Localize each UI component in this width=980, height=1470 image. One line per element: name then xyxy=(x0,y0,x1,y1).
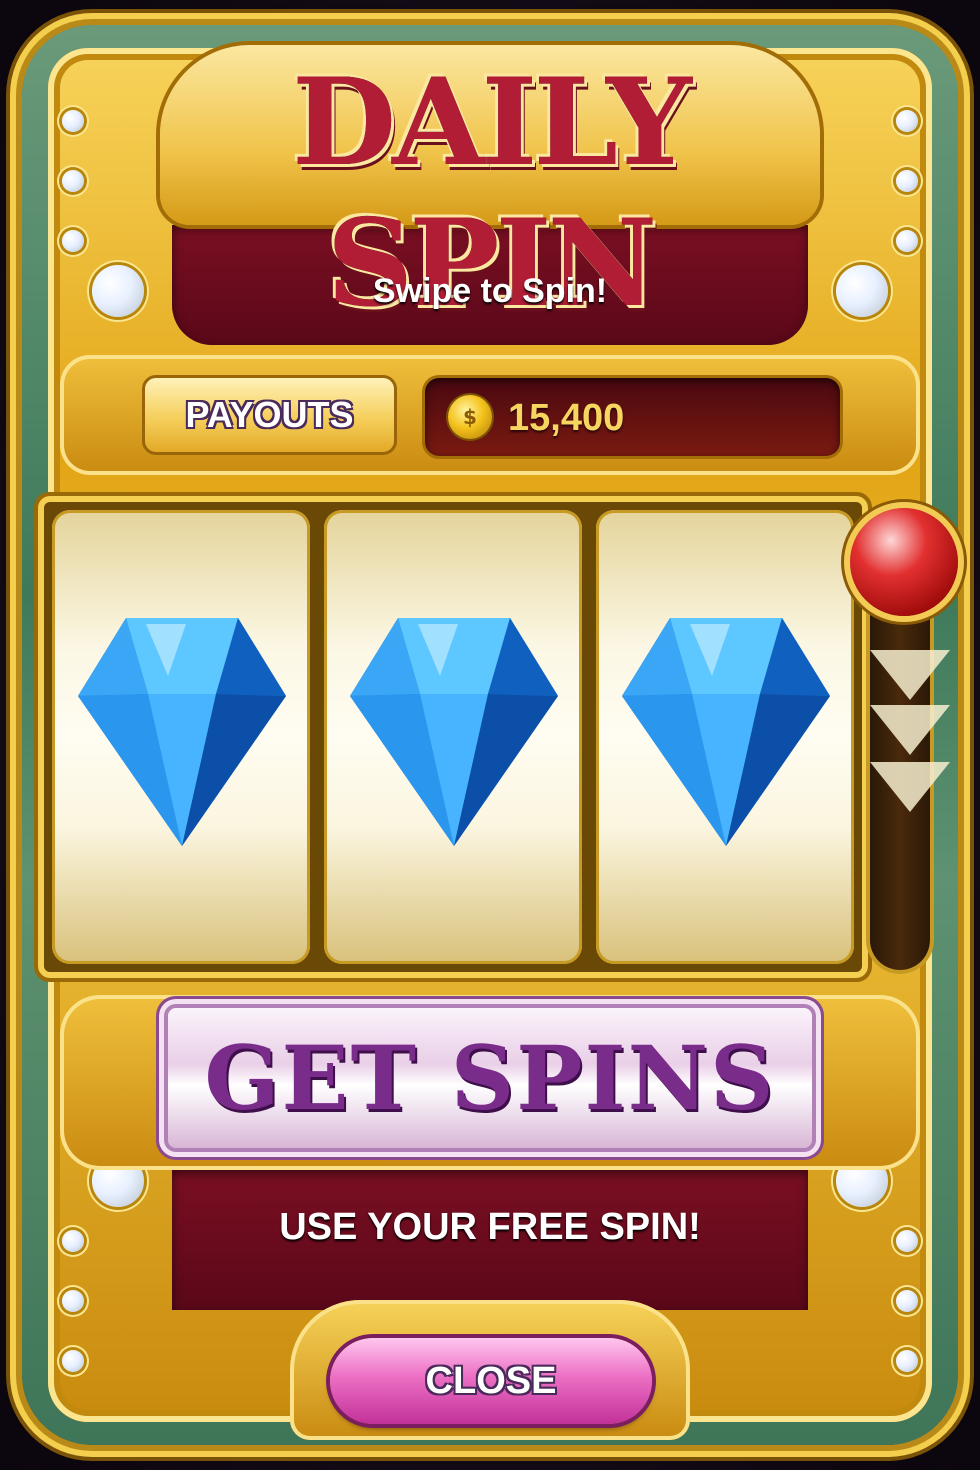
reel-3 xyxy=(596,510,854,964)
light-bulb xyxy=(62,1230,84,1252)
down-arrow-icon xyxy=(870,650,950,700)
light-bulb xyxy=(62,230,84,252)
light-bulb xyxy=(896,110,918,132)
free-spin-message: USE YOUR FREE SPIN! xyxy=(279,1206,701,1248)
light-bulb xyxy=(62,170,84,192)
reel-2 xyxy=(324,510,582,964)
coin-icon: $ xyxy=(448,395,492,439)
light-bulb xyxy=(92,265,144,317)
light-bulb xyxy=(896,1350,918,1372)
blue-diamond-icon xyxy=(622,618,830,846)
light-bulb xyxy=(896,170,918,192)
down-arrow-icon xyxy=(870,762,950,812)
light-bulb xyxy=(62,110,84,132)
payouts-button[interactable]: PAYOUTS xyxy=(142,375,397,455)
light-bulb xyxy=(836,265,888,317)
light-bulb xyxy=(896,230,918,252)
get-spins-button[interactable]: GET SPINS xyxy=(168,1008,812,1148)
blue-diamond-icon xyxy=(350,618,558,846)
swipe-instruction: Swipe to Spin! xyxy=(372,272,608,310)
coin-balance: 15,400 xyxy=(508,397,625,439)
light-bulb xyxy=(62,1290,84,1312)
light-bulb xyxy=(896,1290,918,1312)
blue-diamond-icon xyxy=(78,618,286,846)
close-button[interactable]: CLOSE xyxy=(330,1338,652,1424)
down-arrow-icon xyxy=(870,705,950,755)
lever-handle[interactable] xyxy=(850,508,958,616)
light-bulb xyxy=(896,1230,918,1252)
reel-1 xyxy=(52,510,310,964)
reel-window xyxy=(44,502,862,972)
light-bulb xyxy=(62,1350,84,1372)
